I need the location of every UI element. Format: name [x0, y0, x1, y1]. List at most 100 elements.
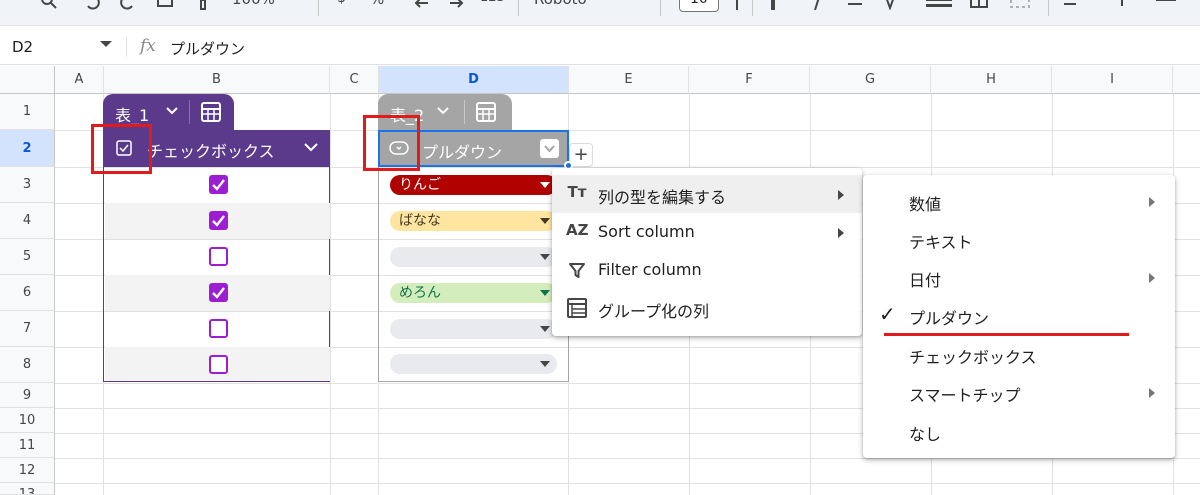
- paint-format-icon[interactable]: [196, 0, 210, 16]
- table1-header-label: チェックボックス: [147, 142, 275, 161]
- submenu-item-date[interactable]: 日付: [863, 258, 1175, 296]
- select-all-corner[interactable]: [0, 66, 55, 94]
- table-row: [105, 275, 330, 311]
- submenu-item-smart-chip[interactable]: スマートチップ: [863, 373, 1175, 411]
- font-size-input[interactable]: 10: [679, 0, 719, 12]
- checkbox[interactable]: [209, 355, 228, 374]
- submenu-item-label: プルダウン: [909, 309, 990, 328]
- strikethrough-icon[interactable]: [848, 0, 862, 16]
- currency-icon: $: [337, 0, 346, 6]
- row-header-3[interactable]: 3: [0, 167, 55, 203]
- column-header-g[interactable]: G: [810, 66, 931, 94]
- column-header-c[interactable]: C: [330, 66, 379, 94]
- row-header-10[interactable]: 10: [0, 408, 55, 433]
- chevron-down-icon[interactable]: [436, 105, 450, 120]
- row-header-2[interactable]: 2: [0, 130, 55, 167]
- submenu-item-checkbox[interactable]: チェックボックス: [863, 335, 1175, 373]
- column-header-e[interactable]: E: [569, 66, 689, 94]
- submenu-item-dropdown[interactable]: ✓ プルダウン: [863, 296, 1175, 334]
- font-size-value: 10: [690, 0, 708, 7]
- chevron-down-icon[interactable]: [165, 105, 179, 120]
- name-box[interactable]: D2: [12, 38, 33, 56]
- chip-caret-icon: [540, 361, 550, 367]
- chip-label: りんご: [399, 177, 441, 193]
- undo-icon[interactable]: [84, 0, 100, 16]
- table-view-icon[interactable]: [200, 101, 222, 127]
- print-icon[interactable]: [156, 0, 174, 16]
- row-header-12[interactable]: 12: [0, 458, 55, 483]
- table1-name: 表_1: [115, 106, 150, 125]
- row-header-6[interactable]: 6: [0, 275, 55, 311]
- submenu-item-label: 数値: [909, 195, 942, 214]
- menu-item-filter-column[interactable]: Filter column: [552, 251, 862, 289]
- highlight-box: [91, 124, 152, 174]
- dropdown-chip[interactable]: めろん: [390, 283, 557, 303]
- menu-item-edit-column-type[interactable]: Tт 列の型を編集する: [552, 175, 862, 213]
- increase-font-size-icon[interactable]: [730, 0, 744, 16]
- row-header-4[interactable]: 4: [0, 203, 55, 239]
- dropdown-chip[interactable]: [390, 319, 557, 339]
- column-header-f[interactable]: F: [689, 66, 810, 94]
- bold-icon[interactable]: [770, 0, 782, 16]
- text-wrap-icon[interactable]: [1156, 0, 1176, 16]
- menu-item-sort-column[interactable]: AZ Sort column: [552, 213, 862, 251]
- row-header-8[interactable]: 8: [0, 347, 55, 383]
- decrease-decimal-icon[interactable]: [414, 0, 432, 16]
- column-header-a[interactable]: A: [55, 66, 104, 94]
- chip-label: めろん: [399, 285, 441, 301]
- row-header-13[interactable]: 13: [0, 483, 55, 495]
- row-header-5[interactable]: 5: [0, 239, 55, 275]
- column-header-i[interactable]: I: [1052, 66, 1173, 94]
- chevron-down-icon[interactable]: [100, 41, 112, 47]
- menu-item-group-column[interactable]: グループ化の列: [552, 289, 862, 327]
- dropdown-chip[interactable]: [390, 354, 557, 374]
- currency-format[interactable]: $: [337, 0, 346, 16]
- column-header-j[interactable]: [1173, 66, 1200, 94]
- more-formats-button[interactable]: 123: [480, 0, 505, 16]
- formula-bar: D2 fx プルダウン: [0, 27, 1200, 65]
- chip-caret-icon: [540, 218, 550, 224]
- checkbox[interactable]: [209, 319, 228, 338]
- column-header-b[interactable]: B: [104, 66, 330, 94]
- checkmark-icon: ✓: [879, 302, 896, 326]
- checkbox[interactable]: [209, 247, 228, 266]
- chevron-down-icon[interactable]: [540, 139, 559, 158]
- toolbar-divider: [518, 0, 519, 16]
- grid-line: [330, 94, 331, 495]
- dropdown-chip[interactable]: ばなな: [390, 211, 557, 231]
- increase-decimal-icon[interactable]: [448, 0, 466, 16]
- merge-cells-icon[interactable]: [1010, 0, 1030, 16]
- formula-input[interactable]: プルダウン: [170, 38, 245, 59]
- search-icon[interactable]: [40, 0, 58, 16]
- font-select[interactable]: Roboto: [534, 0, 587, 16]
- column-header-h[interactable]: H: [931, 66, 1052, 94]
- checkbox[interactable]: [209, 211, 228, 230]
- submenu-item-none[interactable]: なし: [863, 412, 1175, 450]
- checkbox[interactable]: [209, 283, 228, 302]
- align-icon[interactable]: [1064, 0, 1084, 16]
- dropdown-chip[interactable]: [390, 247, 557, 267]
- submenu-item-label: 日付: [909, 271, 942, 290]
- fill-color-icon[interactable]: [926, 0, 952, 16]
- row-header-7[interactable]: 7: [0, 311, 55, 347]
- submenu-item-number[interactable]: 数値: [863, 182, 1175, 220]
- text-color-icon[interactable]: [882, 0, 898, 16]
- vertical-align-icon[interactable]: [1114, 0, 1130, 16]
- column-header-d[interactable]: D: [379, 66, 569, 94]
- checkbox[interactable]: [209, 175, 228, 194]
- borders-icon[interactable]: [970, 0, 988, 16]
- zoom-select[interactable]: 100%: [232, 0, 275, 16]
- submenu-item-text[interactable]: テキスト: [863, 220, 1175, 258]
- chip-caret-icon: [540, 326, 550, 332]
- chevron-down-icon[interactable]: [303, 139, 319, 159]
- italic-icon[interactable]: [812, 0, 822, 16]
- percent-format[interactable]: %: [370, 0, 384, 16]
- redo-icon[interactable]: [120, 0, 136, 16]
- row-header-1[interactable]: 1: [0, 94, 55, 130]
- row-header-11[interactable]: 11: [0, 433, 55, 458]
- table-row: [105, 311, 330, 347]
- dropdown-chip[interactable]: りんご: [390, 175, 557, 195]
- table-view-icon[interactable]: [475, 101, 497, 127]
- submenu-arrow-icon: [838, 190, 844, 200]
- row-header-9[interactable]: 9: [0, 383, 55, 408]
